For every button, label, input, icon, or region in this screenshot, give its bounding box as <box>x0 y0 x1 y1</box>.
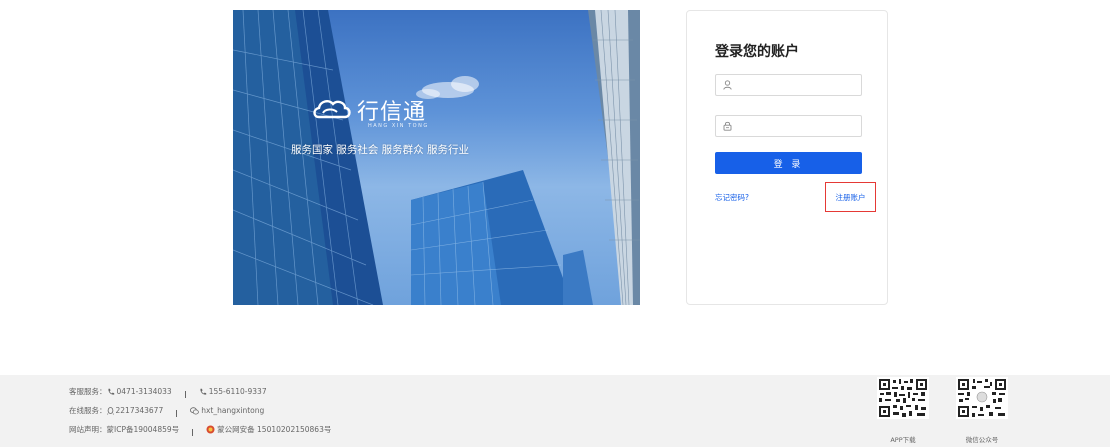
username-input[interactable] <box>741 80 861 90</box>
qq-icon <box>106 406 114 415</box>
app-download-qr-icon <box>877 377 929 419</box>
username-field[interactable] <box>715 74 862 96</box>
brand-pinyin: HANG XIN TONG <box>368 123 429 129</box>
footer-statement-row: 网站声明： 蒙ICP备19004859号 蒙公网安备 1501020215086… <box>69 424 331 436</box>
lock-icon <box>723 120 737 132</box>
service-label: 客服服务： <box>69 387 107 396</box>
register-link-highlight[interactable]: 注册账户 <box>825 182 876 212</box>
online-label: 在线服务： <box>69 406 107 415</box>
footer: 客服服务： 0471-3134033 155-6110-9337 在线服务： 2… <box>0 375 1110 447</box>
footer-service-row: 客服服务： 0471-3134033 155-6110-9337 <box>69 386 267 398</box>
phone-icon <box>199 388 207 396</box>
divider <box>176 410 178 417</box>
app-download-label: APP下载 <box>890 436 916 444</box>
wechat-official-qr-icon <box>956 377 1008 419</box>
wechat-icon <box>190 406 200 415</box>
user-icon <box>723 79 737 91</box>
police-badge-icon <box>206 425 215 434</box>
forgot-password-link[interactable]: 忘记密码? <box>715 192 749 203</box>
divider <box>192 429 194 436</box>
phone-icon <box>107 388 115 396</box>
register-link[interactable]: 注册账户 <box>836 192 866 203</box>
icp-number[interactable]: 蒙ICP备19004859号 <box>107 424 180 435</box>
wechat-id: hxt_hangxintong <box>201 406 265 415</box>
login-card: 登录您的账户 登 录 忘记密码? 注册账户 <box>686 10 888 305</box>
password-field[interactable] <box>715 115 862 137</box>
skyscraper-illustration <box>233 10 640 305</box>
phone-number-2: 155-6110-9337 <box>208 387 267 396</box>
slogan: 服务国家 服务社会 服务群众 服务行业 <box>291 144 470 156</box>
police-record-number[interactable]: 蒙公网安备 15010202150863号 <box>217 424 331 435</box>
phone-number-1: 0471-3134033 <box>116 387 172 396</box>
password-input[interactable] <box>741 121 861 131</box>
brand-logo: 行信通 <box>311 94 426 126</box>
wechat-official-label: 微信公众号 <box>965 436 999 444</box>
login-button[interactable]: 登 录 <box>715 152 862 174</box>
hero-banner: 行信通 HANG XIN TONG 服务国家 服务社会 服务群众 服务行业 <box>233 10 640 305</box>
brand-name: 行信通 <box>357 100 427 125</box>
login-title: 登录您的账户 <box>715 44 799 60</box>
qq-number: 2217343677 <box>115 406 164 415</box>
footer-online-row: 在线服务： 2217343677 hxt_hangxintong <box>69 405 265 417</box>
cloud-logo-icon <box>313 100 351 119</box>
divider <box>184 391 186 398</box>
statement-label: 网站声明： <box>69 425 107 434</box>
